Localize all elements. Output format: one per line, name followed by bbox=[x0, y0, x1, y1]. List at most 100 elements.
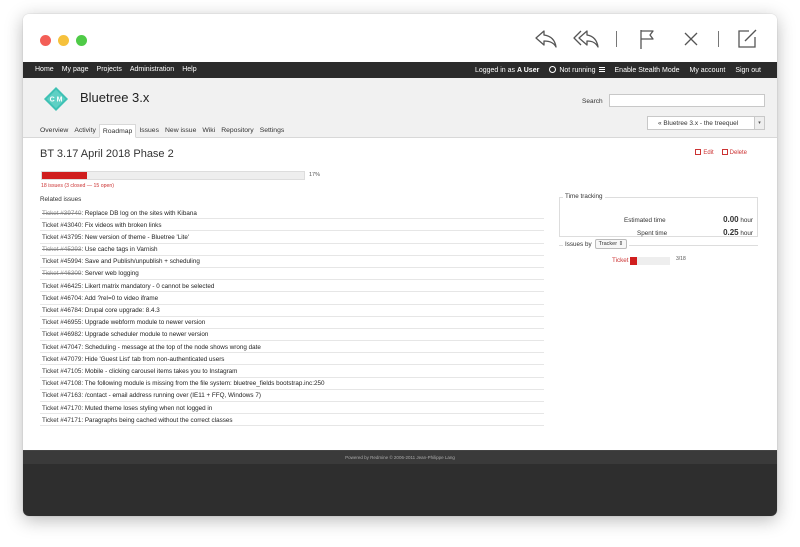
issue-link[interactable]: Ticket #47105 bbox=[42, 368, 81, 375]
issue-subject: Server web logging bbox=[84, 270, 139, 278]
progress-summary: 18 issues (3 closed — 15 open) bbox=[41, 183, 114, 189]
issue-link[interactable]: Ticket #46309 bbox=[42, 270, 81, 277]
list-item: Ticket #47079: Hide 'Guest List' tab fro… bbox=[40, 353, 544, 366]
list-item: Ticket #39740: Replace DB log on the sit… bbox=[40, 207, 544, 220]
issue-subject: New version of theme - Bluetree 'Lite' bbox=[84, 233, 190, 241]
my-account-link[interactable]: My account bbox=[690, 67, 726, 74]
enable-stealth-mode-link[interactable]: Enable Stealth Mode bbox=[615, 67, 680, 74]
chevron-down-icon: ▾ bbox=[754, 117, 764, 129]
issue-subject: Paragraphs being cached without the corr… bbox=[84, 416, 233, 424]
issue-link[interactable]: Ticket #47170 bbox=[42, 405, 81, 412]
issue-link[interactable]: Ticket #43795 bbox=[42, 234, 81, 241]
issue-link[interactable]: Ticket #46425 bbox=[42, 283, 81, 290]
toolbar-separator bbox=[616, 31, 617, 47]
version-actions: Edit Delete bbox=[695, 149, 747, 156]
project-jump-select[interactable]: « Bluetree 3.x - the treequel ▾ bbox=[647, 116, 765, 130]
page-title: BT 3.17 April 2018 Phase 2 bbox=[40, 148, 174, 160]
list-item: Ticket #46309: Server web logging bbox=[40, 268, 544, 281]
tab-roadmap[interactable]: Roadmap bbox=[98, 124, 137, 138]
version-progress-bar bbox=[41, 171, 305, 180]
issue-link[interactable]: Ticket #46704 bbox=[42, 295, 81, 302]
list-item: Ticket #46955: Upgrade webform module to… bbox=[40, 317, 544, 329]
tab-new-issue[interactable]: New issue bbox=[162, 124, 199, 138]
delete-button[interactable]: Delete bbox=[721, 149, 747, 156]
issue-subject: Drupal core upgrade: 8.4.3 bbox=[84, 307, 160, 314]
issues-by-bar bbox=[630, 257, 670, 265]
reply-all-icon[interactable] bbox=[573, 28, 599, 50]
tab-repository[interactable]: Repository bbox=[218, 124, 257, 138]
issue-link[interactable]: Ticket #39740 bbox=[42, 210, 81, 217]
tab-settings[interactable]: Settings bbox=[257, 124, 288, 138]
list-item: Ticket #43795: New version of theme - Bl… bbox=[40, 231, 544, 244]
list-item: Ticket #47047: Scheduling - message at t… bbox=[40, 341, 544, 354]
timer-status[interactable]: Not running bbox=[549, 66, 605, 74]
issue-subject: Likert matrix mandatory - 0 cannot be se… bbox=[84, 282, 215, 290]
issues-by-select[interactable]: Tracker ⇕ bbox=[594, 239, 628, 249]
list-item: Ticket #47108: The following module is m… bbox=[40, 378, 544, 390]
list-item: Ticket #47163: /contact - email address … bbox=[40, 390, 544, 402]
issue-subject: /contact - email address running over (I… bbox=[84, 392, 261, 400]
flag-icon[interactable] bbox=[634, 28, 660, 50]
logged-in-user[interactable]: A User bbox=[517, 67, 539, 74]
issue-link[interactable]: Ticket #47047 bbox=[42, 344, 81, 351]
list-item: Ticket #46425: Likert matrix mandatory -… bbox=[40, 280, 544, 293]
issue-subject: Fix videos with broken links bbox=[84, 221, 162, 229]
tab-overview[interactable]: Overview bbox=[37, 124, 71, 138]
issues-summary: (3 closed — 15 open) bbox=[64, 183, 114, 189]
issue-link[interactable]: Ticket #45994 bbox=[42, 258, 81, 265]
tab-activity[interactable]: Activity bbox=[71, 124, 99, 138]
issue-link[interactable]: Ticket #47079 bbox=[42, 356, 81, 363]
project-logo: C M bbox=[43, 86, 69, 112]
issue-link[interactable]: Ticket #46784 bbox=[42, 307, 81, 314]
issues-by-count: 3/18 bbox=[676, 256, 686, 262]
issue-subject: Scheduling - message at the top of the n… bbox=[84, 343, 261, 351]
issue-link[interactable]: Ticket #46955 bbox=[42, 319, 81, 326]
top-menu: Home My page Projects Administration Hel… bbox=[23, 62, 777, 78]
menu-administration[interactable]: Administration bbox=[130, 66, 174, 73]
issue-subject: Use cache tags in Varnish bbox=[84, 246, 158, 254]
toolbar-separator bbox=[718, 31, 719, 47]
issue-subject: Hide 'Guest List' tab from non-authentic… bbox=[84, 355, 225, 363]
estimated-time-label: Estimated time bbox=[624, 217, 666, 224]
menu-projects[interactable]: Projects bbox=[97, 66, 122, 73]
trash-icon bbox=[721, 149, 728, 155]
issue-link[interactable]: Ticket #47163 bbox=[42, 392, 81, 399]
list-item: Ticket #46704: Add ?rel=0 to video ifram… bbox=[40, 292, 544, 305]
edit-button[interactable]: Edit bbox=[695, 149, 714, 156]
issue-link[interactable]: Ticket #47171 bbox=[42, 417, 81, 424]
issue-link[interactable]: Ticket #43040 bbox=[42, 222, 81, 229]
pencil-icon bbox=[695, 149, 702, 155]
version-content: BT 3.17 April 2018 Phase 2 Edit Delete 1… bbox=[23, 138, 777, 450]
sign-out-link[interactable]: Sign out bbox=[735, 67, 761, 74]
close-message-icon[interactable] bbox=[678, 28, 704, 50]
issues-by-tracker-label[interactable]: Ticket bbox=[612, 257, 629, 264]
time-tracking-legend: Time tracking bbox=[563, 193, 605, 200]
spent-time-value[interactable]: 0.25 hour bbox=[703, 228, 753, 237]
issue-subject: Add ?rel=0 to video iframe bbox=[84, 294, 159, 302]
reply-icon[interactable] bbox=[533, 28, 559, 50]
menu-my-page[interactable]: My page bbox=[62, 66, 89, 73]
tab-wiki[interactable]: Wiki bbox=[199, 124, 218, 138]
list-item: Ticket #47171: Paragraphs being cached w… bbox=[40, 414, 544, 427]
close-window-button[interactable] bbox=[40, 35, 51, 46]
compose-icon[interactable] bbox=[735, 28, 761, 50]
list-item: Ticket #43040: Fix videos with broken li… bbox=[40, 219, 544, 232]
footer-text: Powered by Redmine © 2006-2011 Jean-Phil… bbox=[23, 450, 777, 464]
window-titlebar bbox=[23, 14, 777, 62]
issue-link[interactable]: Ticket #46982 bbox=[42, 331, 81, 338]
progress-fill bbox=[42, 172, 87, 179]
list-item: Ticket #47105: Mobile - clicking carouse… bbox=[40, 365, 544, 378]
menu-home[interactable]: Home bbox=[35, 66, 54, 73]
search-input[interactable] bbox=[609, 94, 765, 107]
issues-link[interactable]: 18 issues bbox=[41, 183, 63, 189]
minimize-window-button[interactable] bbox=[58, 35, 69, 46]
issue-subject: Mobile - clicking carousel items takes y… bbox=[84, 367, 238, 375]
issue-link[interactable]: Ticket #45293 bbox=[42, 246, 81, 253]
tab-issues[interactable]: Issues bbox=[136, 124, 162, 138]
issue-link[interactable]: Ticket #47108 bbox=[42, 380, 81, 387]
issue-subject: Muted theme loses styling when not logge… bbox=[84, 404, 213, 412]
footer: Powered by Redmine © 2006-2011 Jean-Phil… bbox=[23, 450, 777, 516]
estimated-time-value[interactable]: 0.00 hour bbox=[703, 215, 753, 224]
menu-help[interactable]: Help bbox=[182, 66, 196, 73]
zoom-window-button[interactable] bbox=[76, 35, 87, 46]
